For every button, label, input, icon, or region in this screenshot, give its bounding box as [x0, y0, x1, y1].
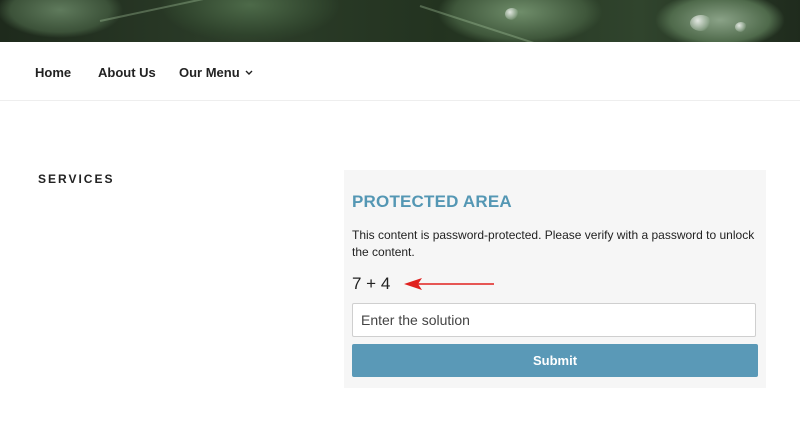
main-nav: Home About Us Our Menu: [0, 42, 800, 101]
card-description: This content is password-protected. Plea…: [352, 228, 755, 259]
nav-item-our-menu-label: Our Menu: [179, 65, 240, 80]
card-title: PROTECTED AREA: [352, 192, 512, 211]
submit-button[interactable]: Submit: [352, 344, 758, 377]
chevron-down-icon: [245, 68, 253, 79]
captcha-solution-input[interactable]: [352, 303, 756, 337]
nav-item-about-us[interactable]: About Us: [98, 65, 156, 80]
protected-area-card: PROTECTED AREA This content is password-…: [344, 170, 766, 388]
captcha-question: 7 + 4: [352, 274, 391, 293]
nav-item-home[interactable]: Home: [35, 65, 71, 80]
arrow-left-icon: [404, 278, 494, 290]
header-image: [0, 0, 800, 42]
nav-item-our-menu[interactable]: Our Menu: [179, 65, 253, 80]
sidebar-heading: SERVICES: [38, 172, 115, 186]
